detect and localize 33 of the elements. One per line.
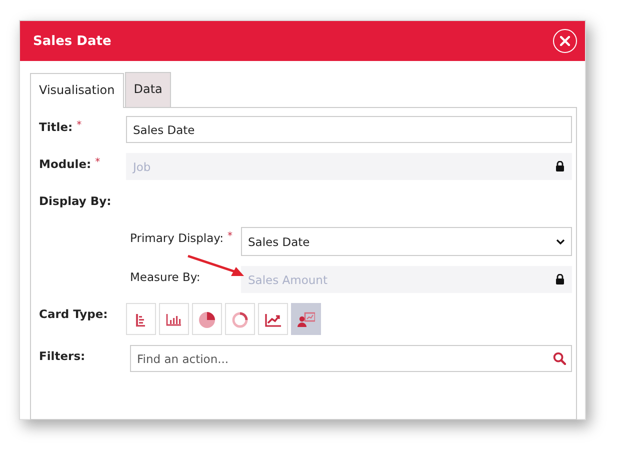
field-label: Primary Display:: [130, 231, 224, 245]
required-mark: *: [76, 120, 82, 131]
search-icon: [553, 352, 566, 365]
locked-field: Job: [126, 153, 572, 180]
chevron-down-icon: [556, 238, 565, 244]
field-label: Display By:: [39, 194, 112, 208]
close-button[interactable]: [553, 29, 577, 53]
card-type-button[interactable]: [126, 303, 156, 335]
dialog-title: Sales Date: [33, 34, 112, 48]
locked-field: Sales Amount: [241, 266, 572, 293]
donut-chart-icon: [231, 310, 249, 328]
tab[interactable]: Visualisation: [30, 73, 124, 108]
text-field[interactable]: Sales Date: [126, 116, 572, 143]
field-label: Title:: [39, 120, 73, 134]
field-label: Module:: [39, 157, 92, 171]
required-mark: *: [95, 157, 100, 168]
lock-icon: [555, 161, 565, 172]
pie-chart-icon: [198, 310, 216, 328]
field-label: Card Type:: [39, 307, 108, 321]
search-field[interactable]: Find an action...: [130, 345, 572, 372]
field-label: Filters:: [39, 349, 86, 363]
card-type-button[interactable]: [225, 303, 255, 335]
card-type-button[interactable]: [291, 303, 321, 335]
card-type-button[interactable]: [192, 303, 222, 335]
card-type-button[interactable]: [159, 303, 189, 335]
presenter-icon: [297, 310, 315, 328]
lock-icon: [555, 274, 565, 285]
dropdown[interactable]: Sales Date: [241, 227, 572, 256]
close-icon: [560, 36, 570, 46]
field-label: Measure By:: [130, 270, 200, 284]
card-type-button[interactable]: [258, 303, 288, 335]
required-mark: *: [228, 231, 233, 242]
tab[interactable]: Data: [124, 72, 172, 107]
